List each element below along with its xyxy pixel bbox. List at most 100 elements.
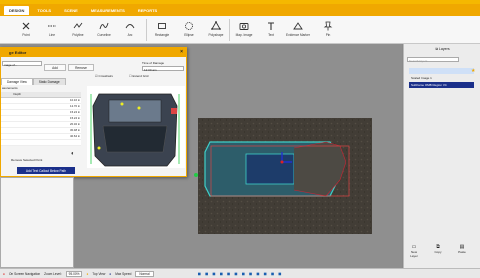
tab-measurements[interactable]: MEASUREMENTS <box>86 6 130 15</box>
mode-select[interactable]: Normal <box>135 270 154 277</box>
paste-button[interactable]: ▤ Paste <box>455 244 469 254</box>
line-tool-button[interactable]: Line <box>40 18 64 42</box>
text-tool-button[interactable]: Text <box>259 18 283 42</box>
gizmo-origin[interactable] <box>280 160 284 164</box>
layers-title: Layers <box>438 47 450 51</box>
add-button[interactable]: Add <box>44 64 66 71</box>
rectangle-tool-button[interactable]: Rectangle <box>150 18 174 42</box>
navigation-label[interactable]: On Screen Navigation <box>9 272 40 276</box>
navigation-icon: ● <box>3 271 5 276</box>
time-field-value: 12:00 am <box>144 67 157 72</box>
car-damage-preview[interactable] <box>87 86 185 168</box>
new-layer-button[interactable]: ▭ New Layer <box>407 244 421 258</box>
map-image-icon <box>239 23 249 30</box>
polyline-tool-label: Polyline <box>72 33 84 37</box>
left-tool-panel: Add Text Callout Below Path <box>0 167 75 268</box>
tab-scene[interactable]: SCENE <box>59 6 83 15</box>
layers-icon: ⧉ <box>435 47 438 51</box>
dialog-tabs: Damage View Static Damage <box>1 78 66 85</box>
map-image-tool-button[interactable]: Map. Image <box>232 18 256 42</box>
measure-point[interactable] <box>137 106 141 110</box>
damage-marker[interactable] <box>171 108 177 114</box>
tab-reports[interactable]: REPORTS <box>133 6 162 15</box>
crosshairs-option[interactable]: ☑ Crosshairs <box>95 74 113 78</box>
pin-tool-label: Pin <box>325 33 331 37</box>
speed-icon: ● <box>109 271 112 276</box>
row-depth <box>12 139 81 146</box>
menu-bar: DESIGN TOOLS SCENE MEASUREMENTS REPORTS <box>0 4 480 16</box>
measure-point[interactable] <box>120 102 124 106</box>
arc-tool-button[interactable]: Arc <box>118 18 142 42</box>
ribbon-divider <box>146 19 147 41</box>
curveline-tool-button[interactable]: Curveline <box>92 18 116 42</box>
close-icon[interactable]: × <box>180 49 183 55</box>
layer-search-placeholder: Search layers <box>409 58 428 63</box>
evidence-marker-icon <box>293 22 303 30</box>
evidence-marker-tool-button[interactable]: Evidence Marker <box>286 18 310 42</box>
dialog-title: ge Editor × <box>1 48 186 57</box>
measurements-table: Depth 10.16 in 12.70 in 15.24 in 15.24 i… <box>1 92 81 146</box>
pin-tool-button[interactable]: Pin <box>316 18 340 42</box>
extend-grid-option[interactable]: ☐ Extend Grid <box>129 74 148 78</box>
list-item-selected[interactable]: Subframe OMB Region V4 <box>409 82 474 88</box>
time-field[interactable]: 12:00 am <box>142 66 184 72</box>
rectangle-icon <box>158 23 166 29</box>
curveline-icon <box>99 22 109 30</box>
point-tool-label: Point <box>22 33 30 37</box>
tab-tools[interactable]: TOOLS <box>32 6 56 15</box>
rectangle-tool-label: Rectangle <box>154 33 170 37</box>
layers-panel: ⧉ Layers Search layers Scaled Image 1 Su… <box>403 44 480 268</box>
tab-static-damage[interactable]: Static Damage <box>32 78 66 85</box>
x-point-icon <box>22 22 30 30</box>
layer-search-input[interactable]: Search layers <box>407 57 459 63</box>
car-roof <box>245 153 295 185</box>
car-windshield <box>102 125 168 153</box>
ellipse-icon <box>185 22 193 30</box>
polyshape-tool-button[interactable]: Polyshape <box>204 18 228 42</box>
crosshairs-label: Crosshairs <box>98 74 113 78</box>
top-view-label[interactable]: Top View <box>92 272 105 276</box>
toolbar-ribbon: Point Line Polyline Curveline Arc Rectan… <box>0 16 480 44</box>
measure-point[interactable] <box>97 146 101 150</box>
layer-group-row[interactable] <box>409 68 474 74</box>
map-image-tool-label: Map. Image <box>235 33 253 37</box>
zoom-label: Zoom Level: <box>44 271 62 276</box>
extend-grid-label: Extend Grid <box>132 74 149 78</box>
star-icon[interactable]: ★ <box>471 68 475 74</box>
list-item[interactable]: Scaled Image 1 <box>409 75 474 81</box>
view-controls[interactable]: ◼◼◼◼◼◼◼◼◼◼◼◼ <box>198 271 286 276</box>
arc-icon <box>125 24 135 29</box>
polyshape-tool-label: Polyshape <box>208 33 224 37</box>
tab-damage-view[interactable]: Damage View <box>1 78 33 85</box>
speed-label: Max Speed <box>115 271 132 276</box>
measurements-heading: asurements <box>2 86 18 90</box>
table-row[interactable] <box>1 139 81 146</box>
zoom-field[interactable]: 95.00% <box>65 270 83 277</box>
ellipse-tool-label: Ellipse <box>184 33 194 37</box>
tab-design[interactable]: DESIGN <box>4 5 30 15</box>
curveline-tool-label: Curveline <box>97 33 111 37</box>
remove-selected-point-link[interactable]: Remove Selected Point <box>11 158 42 162</box>
polyline-tool-button[interactable]: Polyline <box>66 18 90 42</box>
car-roof-panel <box>108 99 162 123</box>
polyline-icon <box>73 22 83 29</box>
polyshape-icon <box>211 21 221 30</box>
point-tool-button[interactable]: Point <box>14 18 38 42</box>
ribbon-divider <box>229 19 230 41</box>
ellipse-tool-button[interactable]: Ellipse <box>177 18 201 42</box>
top-view-icon: ● <box>86 271 89 276</box>
text-icon <box>268 22 274 30</box>
dialog-title-text: ge Editor <box>9 50 27 55</box>
copy-button[interactable]: ⧉ Copy <box>431 244 445 254</box>
anchor-handle[interactable] <box>194 173 198 177</box>
new-layer-label: New Layer <box>410 250 418 258</box>
line-tool-label: Line <box>48 33 56 37</box>
image-select-value: mage of... <box>4 62 18 67</box>
evidence-marker-tool-label: Evidence Marker <box>286 33 310 37</box>
add-text-callout-button[interactable]: Add Text Callout Below Path <box>17 167 75 174</box>
line-icon <box>48 25 56 27</box>
remove-button[interactable]: Remove <box>68 64 94 71</box>
rotate-icon[interactable]: ◐ <box>71 151 75 157</box>
image-select[interactable]: mage of... <box>2 61 42 67</box>
copy-label: Copy <box>434 250 442 254</box>
